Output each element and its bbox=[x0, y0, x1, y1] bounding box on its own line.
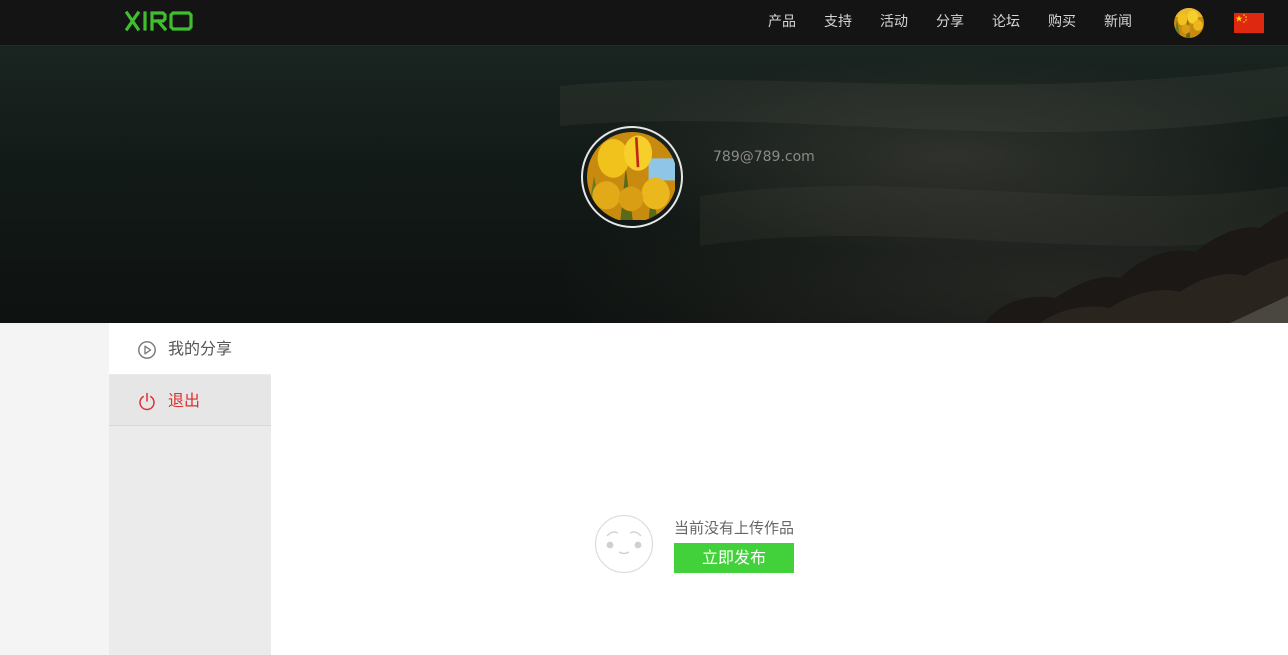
empty-state-message: 当前没有上传作品 bbox=[674, 519, 795, 537]
sidebar-item-my-shares[interactable]: 我的分享 bbox=[109, 323, 271, 374]
main-nav: 产品 支持 活动 分享 论坛 购买 新闻 bbox=[754, 0, 1146, 45]
nav-item-events[interactable]: 活动 bbox=[866, 0, 922, 45]
language-switch[interactable] bbox=[1234, 13, 1264, 33]
nav-item-forum[interactable]: 论坛 bbox=[978, 0, 1034, 45]
sidebar-item-label: 退出 bbox=[168, 391, 201, 410]
profile-email: 789@789.com bbox=[713, 149, 815, 165]
xiro-logo[interactable] bbox=[125, 9, 195, 33]
nav-item-share[interactable]: 分享 bbox=[922, 0, 978, 45]
tulip-avatar-icon bbox=[587, 132, 675, 220]
publish-now-button[interactable]: 立即发布 bbox=[674, 543, 794, 573]
power-icon bbox=[139, 392, 155, 411]
nav-item-products[interactable]: 产品 bbox=[754, 0, 810, 45]
china-flag-icon bbox=[1234, 13, 1264, 33]
nav-item-buy[interactable]: 购买 bbox=[1034, 0, 1090, 45]
nav-item-support[interactable]: 支持 bbox=[810, 0, 866, 45]
profile-avatar[interactable] bbox=[581, 126, 683, 228]
play-circle-icon bbox=[138, 341, 156, 359]
tulip-avatar-icon bbox=[1174, 8, 1204, 38]
sad-face-icon bbox=[594, 514, 654, 574]
xiro-logo-mark bbox=[125, 10, 193, 32]
sidebar-item-label: 我的分享 bbox=[168, 339, 233, 358]
sidebar-item-logout[interactable]: 退出 bbox=[109, 375, 271, 426]
top-navigation-bar: 产品 支持 活动 分享 论坛 购买 新闻 bbox=[0, 0, 1288, 46]
user-avatar[interactable] bbox=[1174, 8, 1204, 38]
shares-content: 当前没有上传作品 立即发布 bbox=[271, 323, 1288, 655]
left-gutter bbox=[0, 323, 109, 655]
profile-banner: 789@789.com bbox=[0, 46, 1288, 323]
nav-item-news[interactable]: 新闻 bbox=[1090, 0, 1146, 45]
user-sidebar: 我的分享 退出 bbox=[109, 323, 271, 655]
